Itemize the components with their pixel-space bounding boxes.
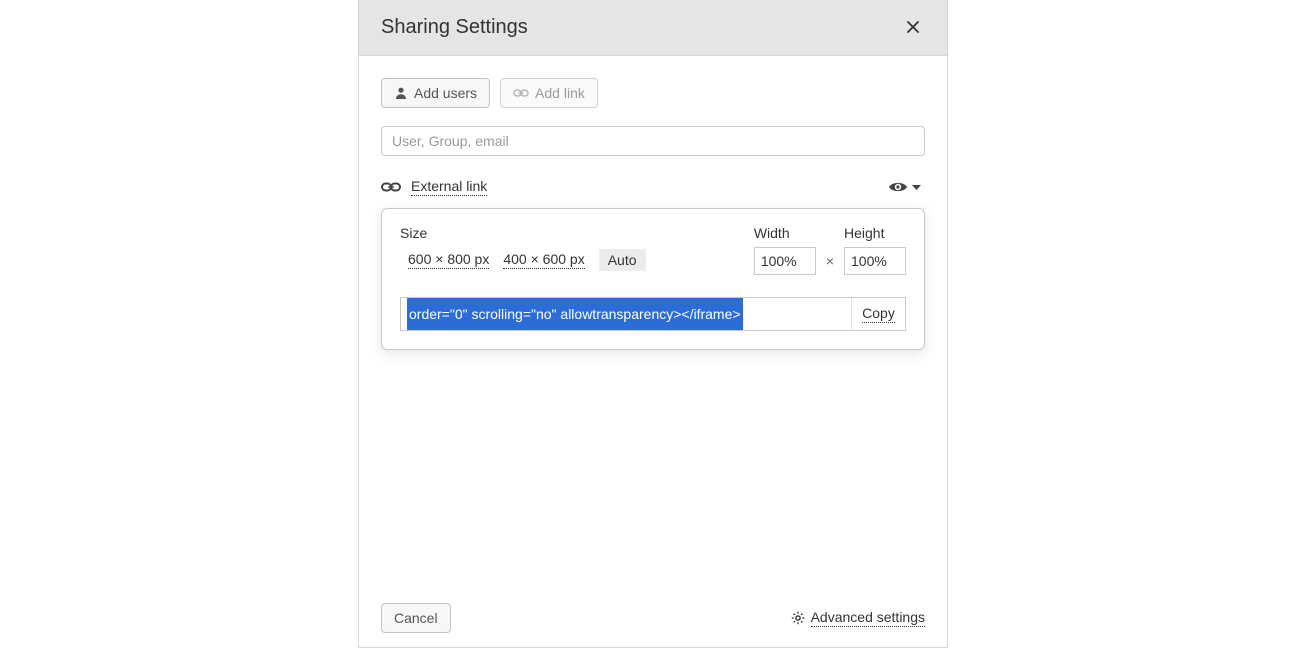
preset-400x600[interactable]: 400 × 600 px xyxy=(503,251,584,269)
dialog-body: Add users Add link External link xyxy=(359,56,947,589)
user-search-input[interactable] xyxy=(381,126,925,156)
dimension-group: Width × Height xyxy=(754,225,906,275)
preset-600x800[interactable]: 600 × 800 px xyxy=(408,251,489,269)
embed-panel: Size 600 × 800 px 400 × 600 px Auto Widt… xyxy=(381,208,925,350)
height-label: Height xyxy=(844,225,906,241)
add-users-button[interactable]: Add users xyxy=(381,78,490,108)
toolbar-row: Add users Add link xyxy=(381,78,925,108)
close-icon xyxy=(905,19,921,35)
cancel-button[interactable]: Cancel xyxy=(381,603,451,633)
user-icon xyxy=(394,86,408,100)
embed-code-field[interactable]: order="0" scrolling="no" allowtransparen… xyxy=(401,298,851,330)
size-row: Size 600 × 800 px 400 × 600 px Auto Widt… xyxy=(400,225,906,275)
permission-dropdown[interactable] xyxy=(884,178,925,196)
height-input[interactable] xyxy=(844,247,906,275)
embed-code-row: order="0" scrolling="no" allowtransparen… xyxy=(400,297,906,331)
external-link-left: External link xyxy=(381,178,487,196)
dialog-title: Sharing Settings xyxy=(381,16,528,39)
size-label: Size xyxy=(400,225,646,241)
gear-icon xyxy=(791,611,805,625)
width-label: Width xyxy=(754,225,816,241)
sharing-settings-dialog: Sharing Settings Add users Add link xyxy=(358,0,948,648)
add-users-label: Add users xyxy=(414,85,477,101)
external-link-label[interactable]: External link xyxy=(411,178,487,196)
link-icon xyxy=(381,180,401,194)
cancel-label: Cancel xyxy=(394,610,438,626)
eye-icon xyxy=(888,180,908,194)
embed-code-selection: order="0" scrolling="no" allowtransparen… xyxy=(407,298,743,330)
width-input[interactable] xyxy=(754,247,816,275)
chevron-down-icon xyxy=(912,184,921,191)
dimension-separator: × xyxy=(826,253,834,275)
advanced-settings-link[interactable]: Advanced settings xyxy=(791,609,925,627)
external-link-row: External link xyxy=(381,178,925,196)
add-link-button[interactable]: Add link xyxy=(500,78,598,108)
close-button[interactable] xyxy=(901,13,925,43)
add-link-label: Add link xyxy=(535,85,585,101)
dialog-footer: Cancel Advanced settings xyxy=(359,589,947,647)
dialog-titlebar: Sharing Settings xyxy=(359,0,947,56)
preset-auto[interactable]: Auto xyxy=(599,249,646,271)
copy-label: Copy xyxy=(862,305,895,323)
link-icon xyxy=(513,86,529,100)
size-presets: 600 × 800 px 400 × 600 px Auto xyxy=(400,249,646,271)
advanced-settings-label: Advanced settings xyxy=(811,609,925,627)
copy-button[interactable]: Copy xyxy=(851,298,905,330)
